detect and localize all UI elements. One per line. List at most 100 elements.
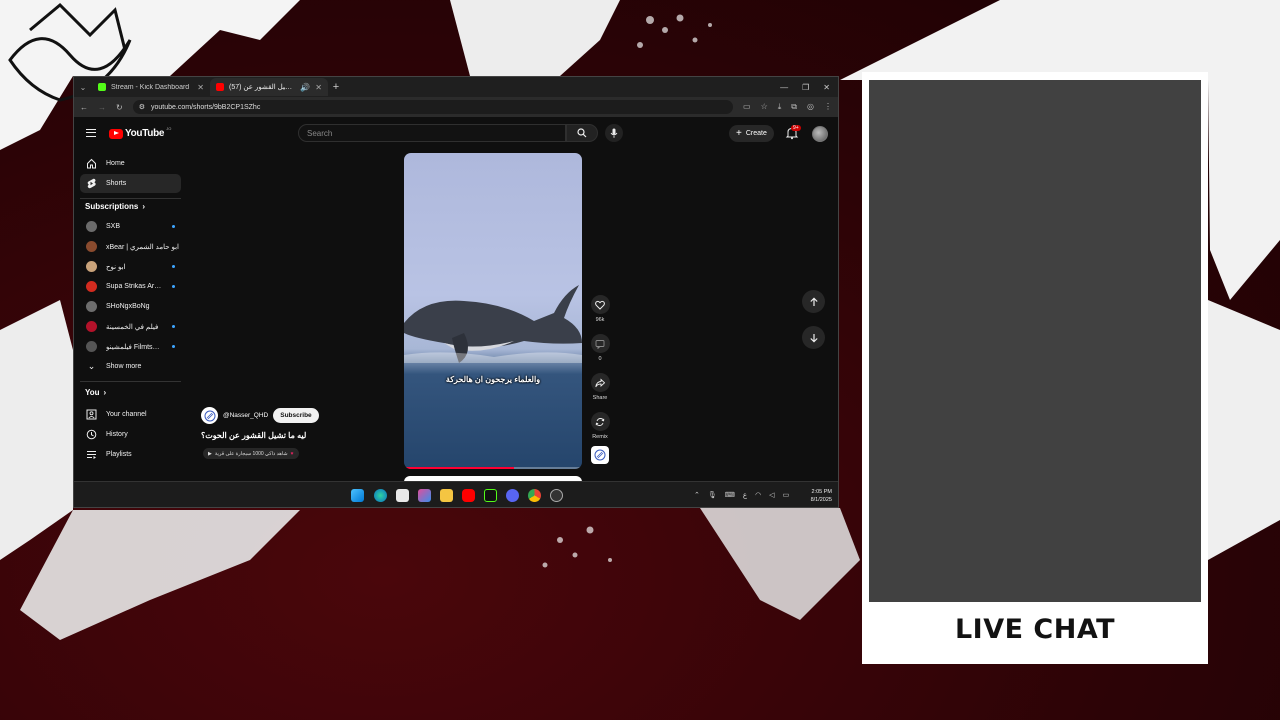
previous-short-button[interactable] xyxy=(802,290,825,313)
address-bar-row: ← → ↻ ⚙ youtube.com/shorts/9bB2CP1SZhc ▭… xyxy=(74,97,838,117)
url-field[interactable]: ⚙ youtube.com/shorts/9bB2CP1SZhc xyxy=(132,100,734,114)
volume-icon[interactable]: ◁ xyxy=(769,491,774,499)
microphone-icon xyxy=(610,128,618,138)
history-icon xyxy=(86,429,97,440)
forward-icon[interactable]: → xyxy=(98,103,106,112)
channel-avatar xyxy=(86,261,97,272)
download-icon[interactable]: ⤓ xyxy=(778,102,782,112)
reload-icon[interactable]: ↻ xyxy=(116,103,123,112)
hamburger-menu-icon[interactable] xyxy=(86,129,96,137)
new-content-dot xyxy=(172,285,175,288)
menu-kebab-icon[interactable]: ⋮ xyxy=(824,102,832,112)
sound-source-thumbnail[interactable] xyxy=(591,446,609,464)
copilot-icon[interactable] xyxy=(418,489,431,502)
sidebar-item-subscription-filmtshino[interactable]: فيلمشينو Filmtshino xyxy=(80,337,181,356)
related-video-chip[interactable]: ▶ شاهد ذاكي 1000 سيجارة على قرية ♥ xyxy=(203,448,299,459)
close-window-icon[interactable]: ✕ xyxy=(823,83,830,92)
channel-name: Supa Strikas Ara... xyxy=(106,283,163,290)
show-more-button[interactable]: ⌄ Show more xyxy=(80,357,181,376)
channel-avatar xyxy=(86,321,97,332)
edge-browser-icon[interactable] xyxy=(374,489,387,502)
url-text: youtube.com/shorts/9bB2CP1SZhc xyxy=(150,103,261,111)
wifi-icon[interactable]: ◠ xyxy=(755,491,761,499)
battery-icon[interactable]: ▭ xyxy=(783,491,790,499)
sidebar-divider xyxy=(80,198,181,199)
window-controls: — ❐ ✕ xyxy=(780,83,838,92)
channel-icon xyxy=(86,409,97,420)
search-button[interactable] xyxy=(566,124,598,142)
search-input[interactable]: Search xyxy=(298,124,566,142)
cast-icon[interactable]: ▭ xyxy=(743,102,751,112)
like-button[interactable]: 96k xyxy=(589,295,611,323)
channel-avatar xyxy=(86,281,97,292)
sidebar-item-your-channel[interactable]: Your channel xyxy=(80,405,181,424)
comments-button[interactable]: 0 xyxy=(589,334,611,362)
chevron-up-icon[interactable]: ⌃ xyxy=(694,491,700,499)
video-caption: والعلماء يرجحون ان هالحركة xyxy=(445,375,541,384)
store-icon[interactable] xyxy=(396,489,409,502)
channel-name: ابو نوح xyxy=(106,263,126,271)
new-tab-button[interactable]: + xyxy=(328,81,344,93)
extensions-icon[interactable]: ⧉ xyxy=(791,102,797,112)
account-avatar[interactable] xyxy=(812,126,828,142)
next-short-button[interactable] xyxy=(802,326,825,349)
profile-icon[interactable]: ◎ xyxy=(807,102,814,112)
comment-count: 0 xyxy=(598,356,602,362)
sidebar-item-subscription-shongxbong[interactable]: SHoNgxBoNg xyxy=(80,297,181,316)
site-info-icon[interactable]: ⚙ xyxy=(139,103,145,111)
sidebar-item-subscription-abu-nooh[interactable]: ابو نوح xyxy=(80,257,181,276)
windows-start-icon[interactable] xyxy=(351,489,364,502)
heart-icon xyxy=(595,300,605,310)
voice-search-button[interactable] xyxy=(605,124,623,142)
bookmark-star-icon[interactable]: ☆ xyxy=(761,102,768,112)
sidebar-item-subscription-film[interactable]: فيلم في الخمسينة xyxy=(80,317,181,336)
tab-search-chevron-icon[interactable]: ⌄ xyxy=(74,83,92,92)
restore-icon[interactable]: ❐ xyxy=(802,83,809,92)
obs-icon[interactable] xyxy=(550,489,563,502)
youtube-app-icon[interactable] xyxy=(462,489,475,502)
remix-icon xyxy=(595,417,605,426)
live-chat-label: LIVE CHAT xyxy=(954,614,1116,645)
subscriptions-heading[interactable]: Subscriptions › xyxy=(85,202,145,211)
sidebar-item-home[interactable]: Home xyxy=(80,154,181,173)
kick-app-icon[interactable] xyxy=(484,489,497,502)
sidebar-item-subscription-xbear[interactable]: xBear | ابو حامد الشمري xyxy=(80,237,181,256)
channel-avatar xyxy=(86,301,97,312)
tab-audio-icon[interactable]: 🔊 xyxy=(300,83,310,92)
create-button[interactable]: + Create xyxy=(729,125,774,142)
file-explorer-icon[interactable] xyxy=(440,489,453,502)
keyboard-icon[interactable]: ⌨ xyxy=(725,491,735,499)
remix-button[interactable]: Remix xyxy=(589,412,611,440)
sidebar-item-subscription-supa-strikas[interactable]: Supa Strikas Ara... xyxy=(80,277,181,296)
minimize-icon[interactable]: — xyxy=(780,83,788,92)
tab-kick-dashboard[interactable]: Stream - Kick Dashboard ✕ xyxy=(92,78,210,96)
tab-youtube-short[interactable]: (57) ليه ما تشيل القشور عن 🔊 ✕ xyxy=(210,78,328,96)
taskbar-clock[interactable]: 2:05 PM 8/1/2025 xyxy=(804,488,832,504)
channel-avatar xyxy=(86,241,97,252)
short-video-player[interactable]: والعلماء يرجحون ان هالحركة xyxy=(404,153,582,469)
sidebar-item-history[interactable]: History xyxy=(80,425,181,444)
sidebar-item-playlists[interactable]: Playlists xyxy=(80,445,181,464)
sidebar-item-label: Your channel xyxy=(106,411,147,418)
sidebar-item-shorts[interactable]: Shorts xyxy=(80,174,181,193)
video-progress-bar[interactable] xyxy=(404,467,582,469)
language-indicator[interactable]: ع xyxy=(743,491,747,499)
channel-avatar[interactable] xyxy=(201,407,218,424)
you-heading[interactable]: You › xyxy=(85,388,106,397)
subscribe-button[interactable]: Subscribe xyxy=(273,408,319,423)
microphone-tray-icon[interactable]: 🎙 xyxy=(708,491,717,499)
back-icon[interactable]: ← xyxy=(80,103,88,112)
chrome-icon[interactable] xyxy=(528,489,541,502)
youtube-logo[interactable]: YouTube JO xyxy=(109,126,171,139)
discord-icon[interactable] xyxy=(506,489,519,502)
search-icon xyxy=(577,128,587,138)
tab-close-icon[interactable]: ✕ xyxy=(197,83,204,92)
address-bar-icons: ▭ ☆ ⤓ ⧉ ◎ ⋮ xyxy=(743,102,832,112)
whale-image xyxy=(404,285,582,363)
sidebar-item-subscription-sxb[interactable]: SXB xyxy=(80,217,181,236)
channel-name: xBear | ابو حامد الشمري xyxy=(106,243,179,251)
share-button[interactable]: Share xyxy=(589,373,611,401)
tab-close-icon[interactable]: ✕ xyxy=(315,83,322,92)
channel-handle[interactable]: @Nasser_QHD xyxy=(223,412,268,419)
short-title[interactable]: ليه ما تشيل القشور عن الحوت؟ xyxy=(201,431,401,440)
